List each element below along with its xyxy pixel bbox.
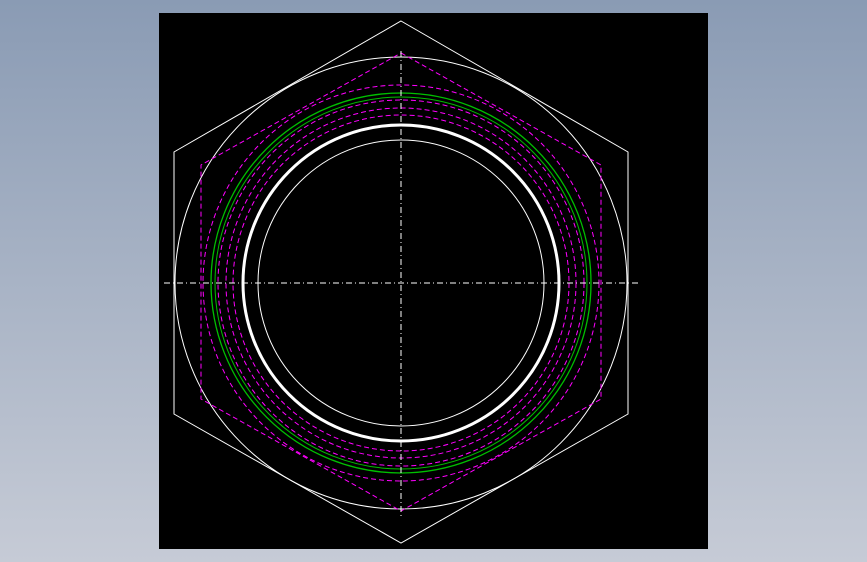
cad-drawing-viewport[interactable] [159,13,708,549]
hex-nut-top-view-drawing [164,20,638,544]
